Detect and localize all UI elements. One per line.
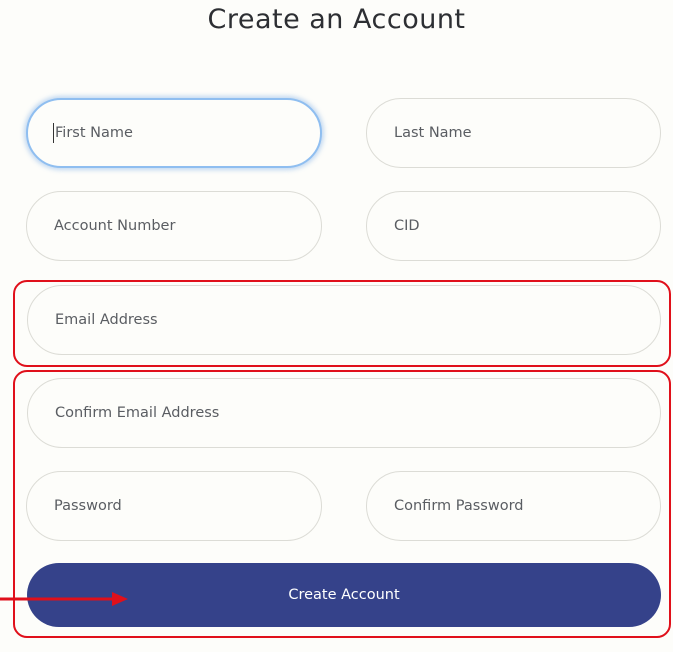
confirm-email-field[interactable] xyxy=(27,378,661,448)
text-caret xyxy=(53,123,54,143)
confirm-email-input[interactable] xyxy=(53,404,660,422)
create-account-button[interactable]: Create Account xyxy=(27,563,661,627)
cid-input[interactable] xyxy=(392,217,660,235)
password-field[interactable] xyxy=(26,471,322,541)
page-title: Create an Account xyxy=(207,4,466,35)
account-number-input[interactable] xyxy=(52,217,321,235)
first-name-input[interactable] xyxy=(53,124,320,142)
email-field[interactable] xyxy=(27,285,661,355)
email-input[interactable] xyxy=(53,311,660,329)
password-input[interactable] xyxy=(52,497,321,515)
last-name-field[interactable] xyxy=(366,98,661,168)
first-name-field[interactable] xyxy=(26,98,322,168)
account-number-field[interactable] xyxy=(26,191,322,261)
confirm-password-field[interactable] xyxy=(366,471,661,541)
cid-field[interactable] xyxy=(366,191,661,261)
last-name-input[interactable] xyxy=(392,124,660,142)
confirm-password-input[interactable] xyxy=(392,497,660,515)
